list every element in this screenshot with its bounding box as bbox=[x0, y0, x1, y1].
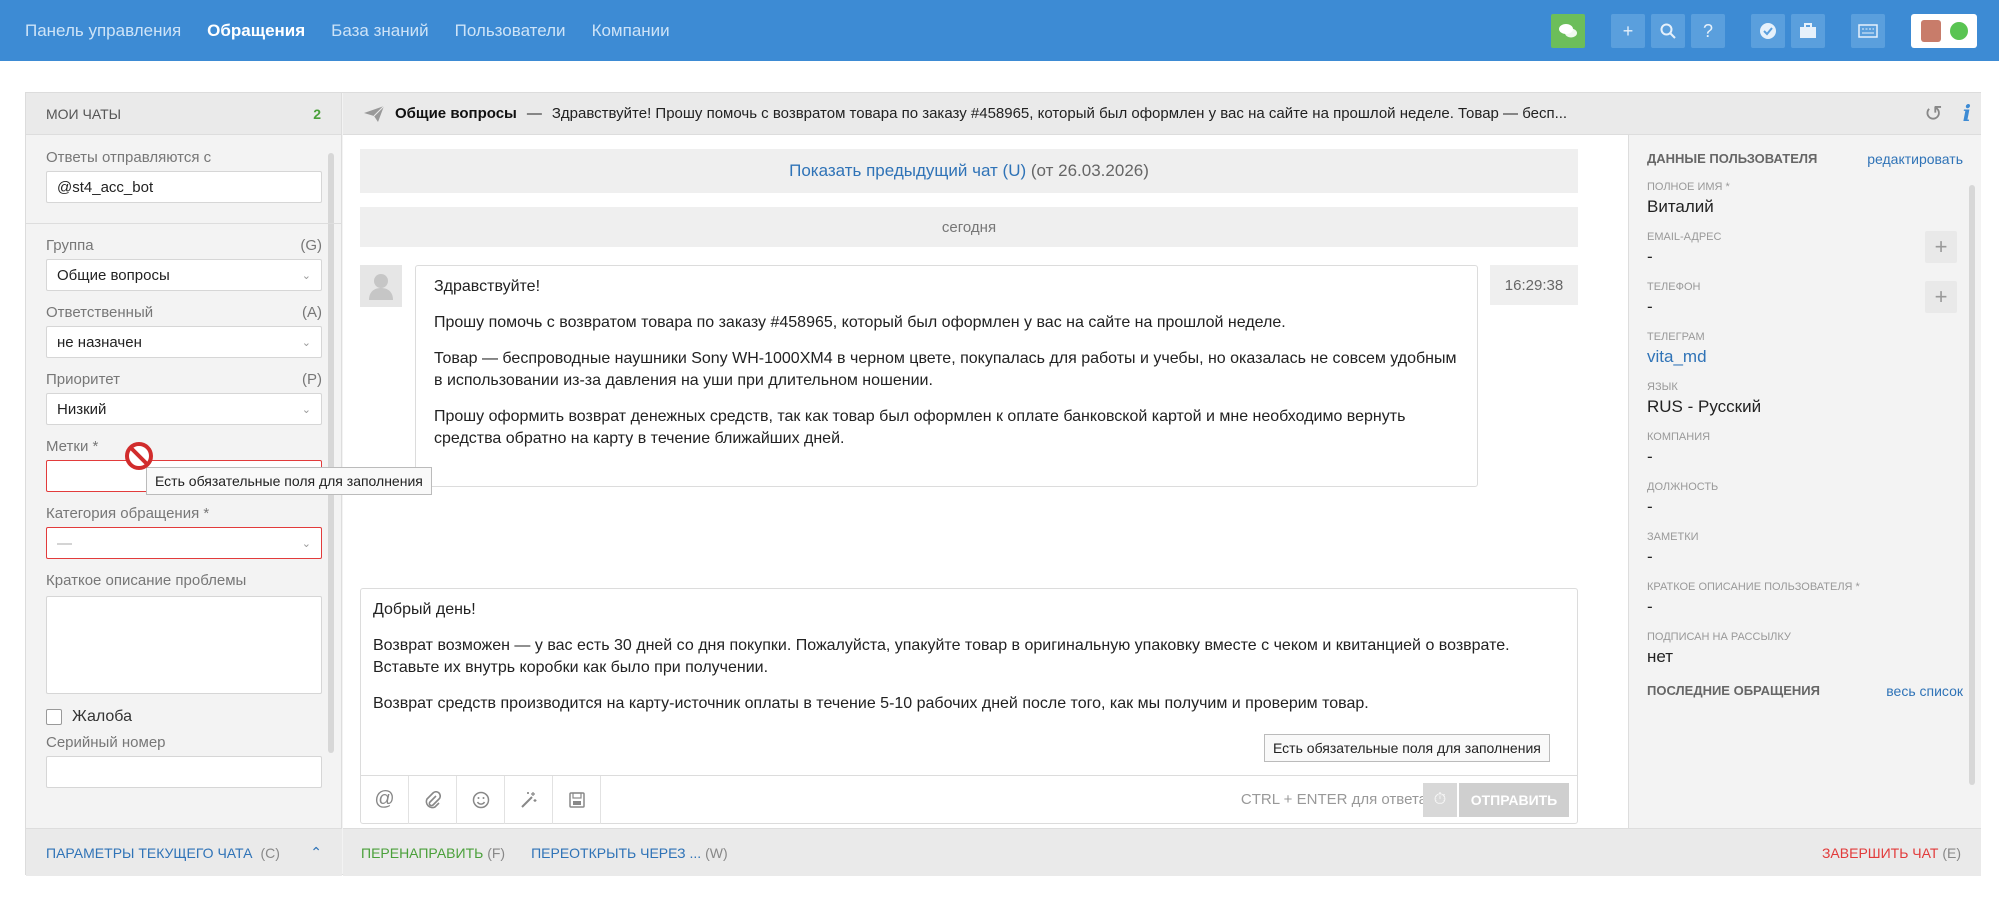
telegram-link[interactable]: vita_md bbox=[1647, 347, 1963, 367]
reply-toolbar: @ CTRL + ENTER для ответа ⏱ ОТПРАВИТЬ bbox=[361, 775, 1577, 824]
my-chats-count: 2 bbox=[313, 105, 321, 122]
sender-label: Ответы отправляются с bbox=[46, 149, 212, 166]
check-icon[interactable] bbox=[1751, 14, 1785, 48]
add-phone-button[interactable]: + bbox=[1925, 281, 1957, 313]
mention-icon[interactable]: @ bbox=[361, 775, 409, 824]
edit-user-link[interactable]: редактировать bbox=[1867, 151, 1963, 167]
incoming-message: Здравствуйте! Прошу помочь с возвратом т… bbox=[415, 265, 1478, 487]
keyboard-icon[interactable] bbox=[1851, 14, 1885, 48]
history-icon[interactable]: ↺ bbox=[1924, 101, 1942, 127]
emoji-icon[interactable] bbox=[457, 775, 505, 824]
send-controls: ⏱ ОТПРАВИТЬ bbox=[1423, 783, 1569, 817]
sender-field[interactable]: @st4_acc_bot bbox=[46, 171, 322, 203]
reopen-later-button[interactable]: ПЕРЕОТКРЫТЬ ЧЕРЕЗ ... (W) bbox=[531, 845, 728, 861]
main-nav: Панель управления Обращения База знаний … bbox=[0, 21, 670, 41]
help-icon[interactable]: ? bbox=[1691, 14, 1725, 48]
user-data-header: ДАННЫЕ ПОЛЬЗОВАТЕЛЯ редактировать bbox=[1647, 151, 1963, 167]
my-chats-title: МОИ ЧАТЫ bbox=[46, 105, 122, 122]
tags-label: Метки * bbox=[46, 438, 99, 455]
user-email: EMAIL-АДРЕС - + bbox=[1647, 231, 1963, 267]
serial-input[interactable] bbox=[46, 756, 322, 788]
message-time: 16:29:38 bbox=[1490, 265, 1578, 305]
reply-text[interactable]: Добрый день! Возврат возможен — у вас ес… bbox=[361, 589, 1577, 739]
timer-icon[interactable]: ⏱ bbox=[1423, 783, 1457, 817]
priority-select[interactable]: Низкий ⌄ bbox=[46, 393, 322, 425]
plus-icon[interactable]: + bbox=[1611, 14, 1645, 48]
chat-group-title: Общие вопросы bbox=[395, 105, 517, 122]
my-chats-header[interactable]: МОИ ЧАТЫ 2 bbox=[26, 93, 341, 135]
nav-knowledge-base[interactable]: База знаний bbox=[331, 21, 428, 41]
chevron-down-icon: ⌄ bbox=[301, 336, 311, 349]
priority-label: Приоритет (P) bbox=[46, 371, 322, 388]
add-email-button[interactable]: + bbox=[1925, 231, 1957, 263]
top-navigation-bar: Панель управления Обращения База знаний … bbox=[0, 0, 1999, 61]
avatar bbox=[1920, 20, 1941, 42]
top-icons: + ? bbox=[1551, 14, 1977, 48]
briefcase-icon[interactable] bbox=[1791, 14, 1825, 48]
user-fullname: ПОЛНОЕ ИМЯ * Виталий bbox=[1647, 181, 1730, 216]
category-label: Категория обращения * bbox=[46, 505, 210, 522]
nav-dashboard[interactable]: Панель управления bbox=[25, 21, 181, 41]
user-menu[interactable] bbox=[1911, 14, 1977, 48]
chevron-down-icon: ⌄ bbox=[301, 269, 311, 282]
right-scrollbar[interactable] bbox=[1969, 185, 1975, 785]
info-icon[interactable]: i bbox=[1963, 101, 1971, 127]
assignee-label: Ответственный (A) bbox=[46, 304, 322, 321]
group-select[interactable]: Общие вопросы ⌄ bbox=[46, 259, 322, 291]
assignee-select[interactable]: не назначен ⌄ bbox=[46, 326, 322, 358]
online-status-indicator bbox=[1949, 22, 1968, 40]
send-plane-icon bbox=[364, 105, 385, 122]
nav-users[interactable]: Пользователи bbox=[455, 21, 566, 41]
user-description: КРАТКОЕ ОПИСАНИЕ ПОЛЬЗОВАТЕЛЯ * - bbox=[1647, 581, 1860, 616]
complaint-checkbox-row[interactable]: Жалоба bbox=[46, 708, 322, 726]
chat-messages: Показать предыдущий чат (U) (от 26.03.20… bbox=[343, 135, 1628, 828]
user-telegram: ТЕЛЕГРАМ vita_md bbox=[1647, 331, 1963, 367]
nav-tickets[interactable]: Обращения bbox=[207, 21, 305, 41]
user-company: КОМПАНИЯ - bbox=[1647, 431, 1711, 466]
chat-actions-bar: ПЕРЕНАПРАВИТЬ (F) ПЕРЕОТКРЫТЬ ЧЕРЕЗ ... … bbox=[343, 828, 1981, 876]
serial-label: Серийный номер bbox=[46, 734, 166, 751]
chevron-down-icon: ⌄ bbox=[301, 537, 311, 550]
save-template-icon[interactable] bbox=[553, 775, 601, 824]
send-tooltip: Есть обязательные поля для заполнения bbox=[1264, 734, 1550, 762]
user-position: ДОЛЖНОСТЬ - bbox=[1647, 481, 1719, 516]
chat-preview: Здравствуйте! Прошу помочь с возвратом т… bbox=[551, 105, 1568, 122]
chevron-down-icon: ⌄ bbox=[301, 403, 311, 416]
user-language: ЯЗЫК RUS - Русский bbox=[1647, 381, 1762, 416]
send-hint: CTRL + ENTER для ответа bbox=[1240, 791, 1427, 808]
user-data-panel: ДАННЫЕ ПОЛЬЗОВАТЕЛЯ редактировать ПОЛНОЕ… bbox=[1628, 135, 1981, 828]
chat-area: Общие вопросы — Здравствуйте! Прошу помо… bbox=[343, 93, 1981, 876]
summary-textarea[interactable] bbox=[46, 596, 322, 694]
user-newsletter: ПОДПИСАН НА РАССЫЛКУ нет bbox=[1647, 631, 1791, 666]
attach-icon[interactable] bbox=[409, 775, 457, 824]
reply-editor[interactable]: Добрый день! Возврат возможен — у вас ес… bbox=[360, 588, 1578, 824]
summary-label: Краткое описание проблемы bbox=[46, 572, 247, 589]
user-phone: ТЕЛЕФОН - + bbox=[1647, 281, 1963, 317]
not-allowed-cursor-icon bbox=[124, 441, 154, 476]
redirect-button[interactable]: ПЕРЕНАПРАВИТЬ (F) bbox=[361, 845, 505, 861]
send-button[interactable]: ОТПРАВИТЬ bbox=[1459, 783, 1569, 817]
chat-header: Общие вопросы — Здравствуйте! Прошу помо… bbox=[343, 93, 1981, 135]
all-tickets-link[interactable]: весь список bbox=[1886, 683, 1963, 699]
complaint-checkbox[interactable] bbox=[46, 709, 62, 725]
category-select[interactable]: — ⌄ bbox=[46, 527, 322, 559]
date-divider: сегодня bbox=[360, 207, 1578, 247]
user-avatar-icon bbox=[360, 265, 402, 307]
group-label: Группа (G) bbox=[46, 237, 322, 254]
user-notes: ЗАМЕТКИ - bbox=[1647, 531, 1699, 566]
nav-companies[interactable]: Компании bbox=[592, 21, 670, 41]
show-previous-chat[interactable]: Показать предыдущий чат (U) (от 26.03.20… bbox=[360, 149, 1578, 193]
chat-icon[interactable] bbox=[1551, 14, 1585, 48]
required-fields-tooltip: Есть обязательные поля для заполнения bbox=[146, 467, 432, 495]
chevron-up-icon[interactable]: ⌃ bbox=[310, 844, 322, 861]
current-chat-params-toggle[interactable]: ПАРАМЕТРЫ ТЕКУЩЕГО ЧАТА (C) ⌃ bbox=[26, 828, 342, 876]
search-icon[interactable] bbox=[1651, 14, 1685, 48]
recent-tickets-header: ПОСЛЕДНИЕ ОБРАЩЕНИЯ весь список bbox=[1647, 683, 1963, 699]
end-chat-button[interactable]: ЗАВЕРШИТЬ ЧАТ (E) bbox=[1822, 845, 1961, 861]
magic-wand-icon[interactable] bbox=[505, 775, 553, 824]
